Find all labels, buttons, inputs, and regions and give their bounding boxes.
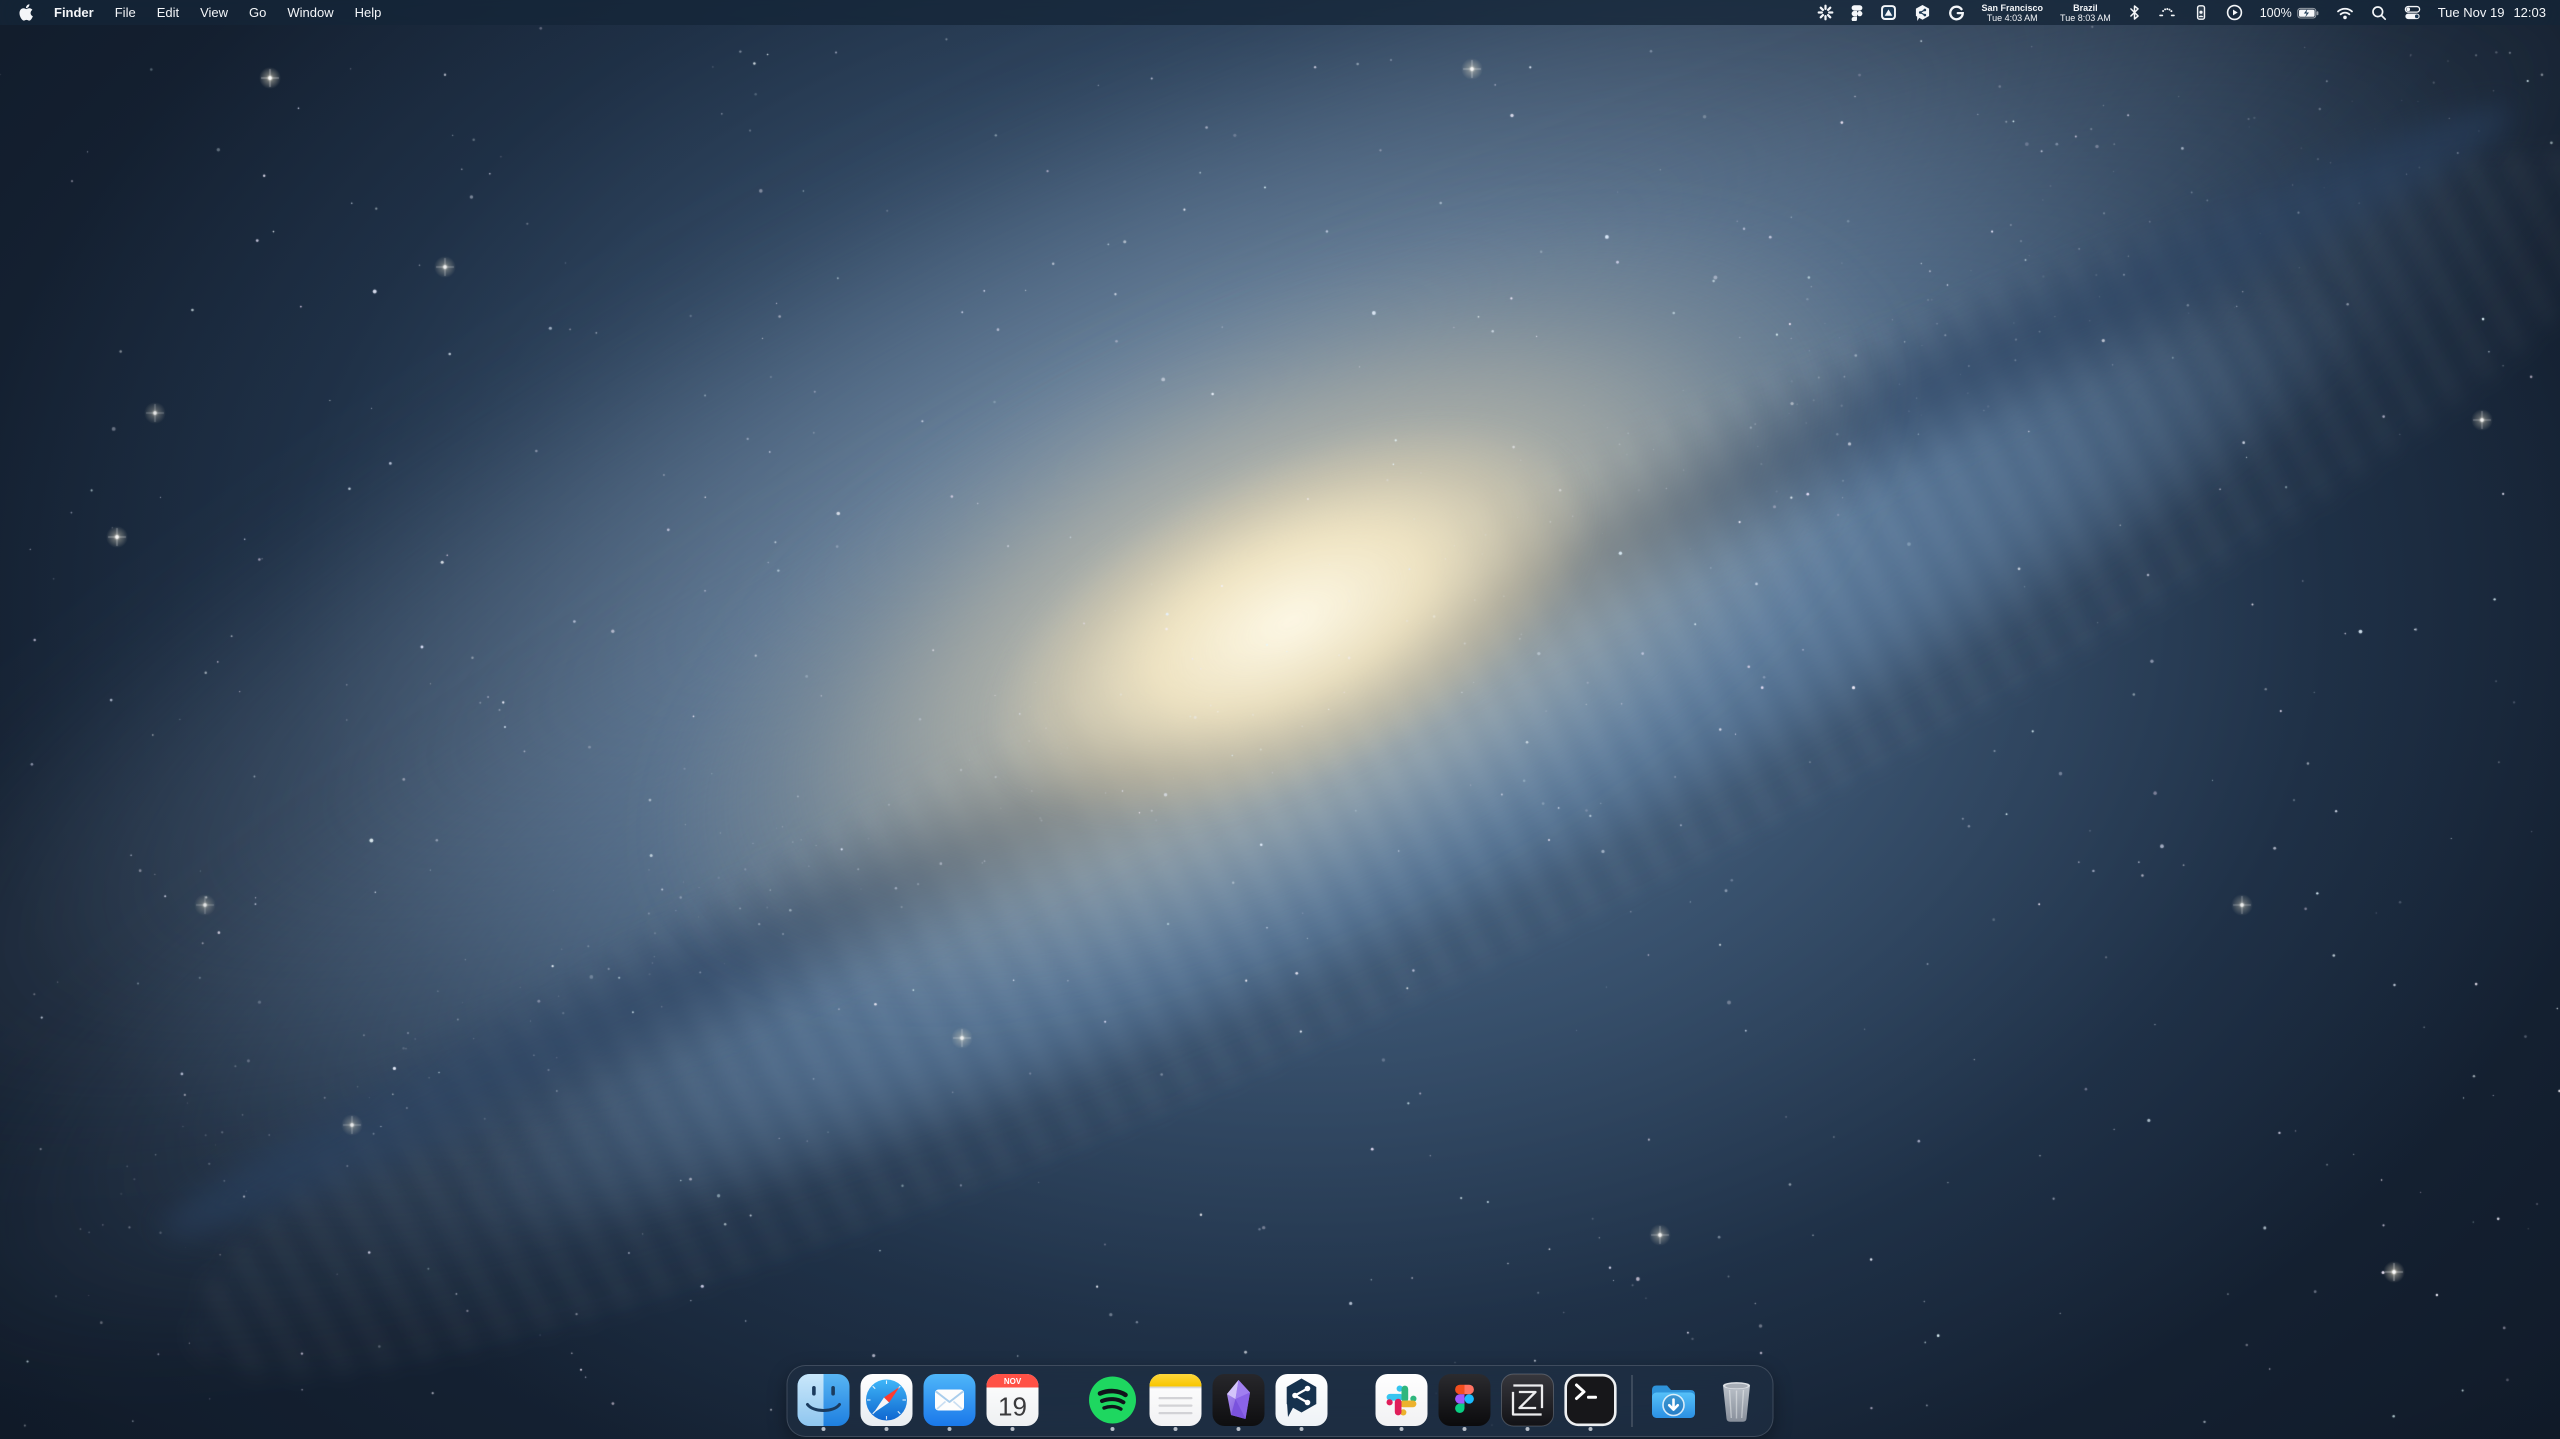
menu-window[interactable]: Window — [287, 5, 333, 20]
triangle-app-icon[interactable] — [1880, 4, 1897, 21]
running-indicator — [1300, 1427, 1304, 1431]
dock-item-calendar[interactable]: NOV 19 — [986, 1370, 1040, 1432]
desktop-wallpaper[interactable] — [0, 0, 2560, 1439]
running-indicator — [1111, 1427, 1115, 1431]
figma-icon[interactable] — [1851, 4, 1863, 21]
dock-spacer — [1049, 1374, 1077, 1428]
clock-time: 12:03 — [2513, 5, 2546, 20]
dock-separator — [1632, 1375, 1633, 1427]
running-indicator — [822, 1427, 826, 1431]
dock-item-spotify[interactable] — [1086, 1370, 1140, 1432]
dock-spacer — [1338, 1374, 1366, 1428]
dock-item-mail[interactable] — [923, 1370, 977, 1432]
world-clock-san-francisco[interactable]: San Francisco Tue 4:03 AM — [1982, 3, 2044, 23]
battery-percent: 100% — [2260, 6, 2292, 20]
bluetooth-icon[interactable] — [2128, 4, 2141, 21]
calendar-month: NOV — [1004, 1377, 1022, 1386]
world-clock-brazil[interactable]: Brazil Tue 8:03 AM — [2060, 3, 2111, 23]
calendar-day: 19 — [998, 1392, 1027, 1422]
iphone-mirroring-icon[interactable] — [2193, 4, 2209, 21]
sparkle-burst-icon[interactable] — [1817, 4, 1834, 21]
dock: NOV 19 — [787, 1365, 1774, 1437]
running-indicator — [1463, 1427, 1467, 1431]
dock-item-terminal[interactable] — [1564, 1370, 1618, 1432]
dock-item-downloads[interactable] — [1647, 1370, 1701, 1432]
menu-go[interactable]: Go — [249, 5, 266, 20]
running-indicator — [948, 1427, 952, 1431]
battery-status[interactable]: 100% — [2260, 5, 2319, 21]
running-indicator — [885, 1427, 889, 1431]
dock-item-slack[interactable] — [1375, 1370, 1429, 1432]
clock-date: Tue Nov 19 — [2438, 5, 2505, 20]
running-indicator — [1589, 1427, 1593, 1431]
now-playing-icon[interactable] — [2226, 4, 2243, 21]
dock-item-zed[interactable] — [1501, 1370, 1555, 1432]
apple-menu-icon[interactable] — [18, 4, 33, 21]
menu-edit[interactable]: Edit — [157, 5, 179, 20]
dock-item-obsidian[interactable] — [1212, 1370, 1266, 1432]
dock-item-figma[interactable] — [1438, 1370, 1492, 1432]
hexagon-share-icon[interactable] — [1914, 4, 1931, 21]
running-indicator — [1237, 1427, 1241, 1431]
running-indicator — [1174, 1427, 1178, 1431]
menu-view[interactable]: View — [200, 5, 228, 20]
menu-help[interactable]: Help — [355, 5, 382, 20]
active-app-name[interactable]: Finder — [54, 5, 94, 20]
g-app-icon[interactable] — [1948, 4, 1965, 21]
battery-charging-icon — [2297, 5, 2319, 21]
menu-bar-clock[interactable]: Tue Nov 19 12:03 — [2438, 5, 2546, 20]
spotlight-search-icon[interactable] — [2371, 5, 2387, 21]
wifi-icon[interactable] — [2336, 6, 2354, 20]
menu-bar-left: Finder File Edit View Go Window Help — [0, 4, 381, 21]
dock-item-notes[interactable] — [1149, 1370, 1203, 1432]
running-indicator — [1526, 1427, 1530, 1431]
menu-bar: Finder File Edit View Go Window Help — [0, 0, 2560, 25]
dock-item-finder[interactable] — [797, 1370, 851, 1432]
control-center-icon[interactable] — [2404, 4, 2421, 21]
dotted-arc-icon[interactable] — [2158, 6, 2176, 20]
running-indicator — [1011, 1427, 1015, 1431]
dock-item-hexagon-share-app[interactable] — [1275, 1370, 1329, 1432]
stars-canvas — [0, 0, 2560, 1439]
running-indicator — [1400, 1427, 1404, 1431]
dock-item-trash[interactable] — [1710, 1370, 1764, 1432]
menu-bar-status-area: San Francisco Tue 4:03 AM Brazil Tue 8:0… — [1817, 3, 2560, 23]
dock-item-safari[interactable] — [860, 1370, 914, 1432]
menu-file[interactable]: File — [115, 5, 136, 20]
